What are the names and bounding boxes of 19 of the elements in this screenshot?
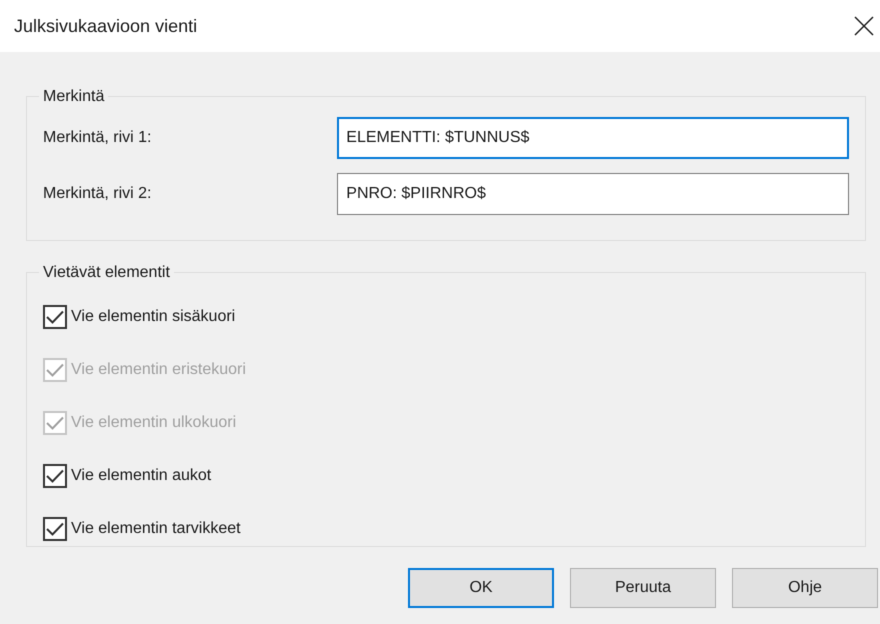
checkbox[interactable] <box>43 464 67 488</box>
checkbox-label: Vie elementin tarvikkeet <box>71 518 241 539</box>
field-label: Merkintä, rivi 1: <box>43 128 152 148</box>
group-label: Merkintä <box>42 87 106 106</box>
dialog-button[interactable]: Ohje <box>732 568 878 608</box>
close-icon[interactable] <box>854 16 874 36</box>
dialog-button[interactable]: OK <box>408 568 554 608</box>
checkbox-label: Vie elementin ulkokuori <box>71 412 236 433</box>
input-field[interactable]: PNRO: $PIIRNRO$ <box>337 173 849 216</box>
checkbox-label: Vie elementin eristekuori <box>71 360 246 380</box>
field-label: Merkintä, rivi 2: <box>43 184 152 204</box>
checkbox[interactable] <box>43 516 67 541</box>
group-label: Vietävät elementit <box>42 263 171 282</box>
input-field[interactable]: ELEMENTTI: $TUNNUS$ <box>337 117 849 160</box>
checkbox[interactable] <box>43 304 67 329</box>
checkbox-label: Vie elementin sisäkuori <box>71 306 236 327</box>
dialog-button[interactable]: Peruuta <box>570 568 716 608</box>
checkbox-label: Vie elementin aukot <box>71 466 212 486</box>
window-title: Julksivukaavioon vienti <box>14 14 198 38</box>
